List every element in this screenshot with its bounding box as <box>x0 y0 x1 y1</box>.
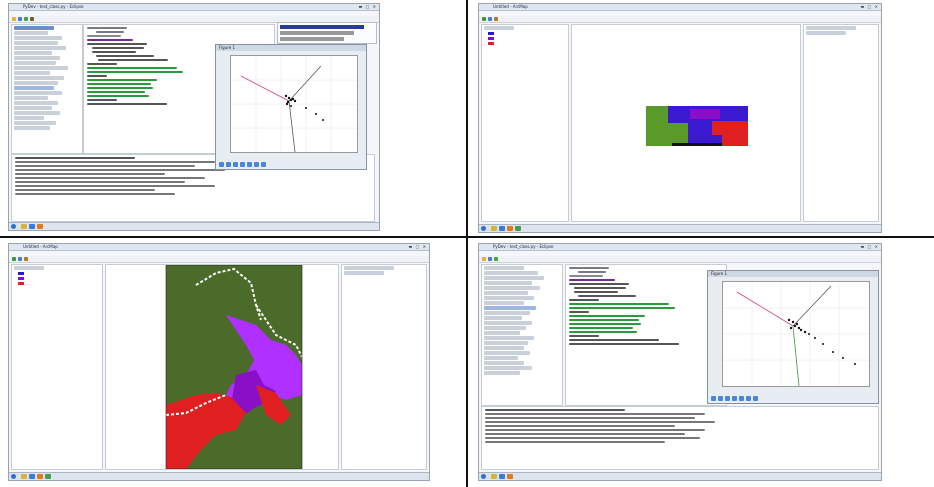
package-explorer <box>481 264 563 406</box>
taskbar-app-explorer[interactable] <box>21 224 27 229</box>
window-controls[interactable]: ▬ ▢ ✕ <box>861 5 879 9</box>
raster-large <box>165 265 303 469</box>
figure-window[interactable]: Figure 1 <box>215 44 367 170</box>
catalog-panel <box>803 24 879 222</box>
window-titlebar: PyDev - test_class.py - Eclipse ▬ ▢ ✕ <box>479 244 881 251</box>
horizontal-divider <box>0 236 934 238</box>
taskbar-app-browser[interactable] <box>29 474 35 479</box>
figure-title: Figure 1 <box>708 271 878 277</box>
taskbar-app-media[interactable] <box>507 474 513 479</box>
taskbar-app-media[interactable] <box>37 224 43 229</box>
save-icon[interactable] <box>18 17 22 21</box>
debug-icon[interactable] <box>30 17 34 21</box>
screenshot-arcmap-top-right: Untitled - ArcMap ▬ ▢ ✕ <box>478 3 882 233</box>
window-title: PyDev - test_class.py - Eclipse <box>493 244 554 249</box>
catalog-panel <box>341 264 427 470</box>
windows-taskbar <box>9 472 429 480</box>
window-controls[interactable]: ▬ ▢ ✕ <box>359 5 377 9</box>
plot-grid <box>231 56 357 152</box>
windows-taskbar <box>479 472 881 480</box>
plot-canvas <box>722 281 870 387</box>
window-title: Untitled - ArcMap <box>493 4 528 9</box>
package-explorer <box>11 24 83 154</box>
screenshot-arcmap-bottom-left: Untitled - ArcMap ▬ ▢ ✕ <box>8 243 430 481</box>
zoom-in-icon[interactable] <box>18 257 22 261</box>
main-toolbar <box>479 256 881 263</box>
raster-small <box>646 106 748 146</box>
window-controls[interactable]: ▬ ▢ ✕ <box>409 245 427 249</box>
add-data-icon[interactable] <box>12 257 16 261</box>
scatter-points <box>787 318 856 365</box>
map-view[interactable] <box>105 264 339 470</box>
notification-popup[interactable] <box>277 22 377 44</box>
taskbar-app-gis[interactable] <box>45 474 51 479</box>
start-button[interactable] <box>11 474 16 479</box>
screenshot-eclipse-bottom-right: PyDev - test_class.py - Eclipse ▬ ▢ ✕ Fi… <box>478 243 882 481</box>
start-button[interactable] <box>481 226 486 231</box>
taskbar-app-media[interactable] <box>37 474 43 479</box>
taskbar-app-gis[interactable] <box>515 226 521 231</box>
pan-icon[interactable] <box>494 17 498 21</box>
zoom-in-icon[interactable] <box>488 17 492 21</box>
scatter-plot <box>723 282 869 387</box>
figure-title: Figure 1 <box>216 45 366 51</box>
new-file-icon[interactable] <box>482 257 486 261</box>
taskbar-app-browser[interactable] <box>29 224 35 229</box>
taskbar-app-browser[interactable] <box>499 474 505 479</box>
window-controls[interactable]: ▬ ▢ ✕ <box>861 245 879 249</box>
window-titlebar: Untitled - ArcMap ▬ ▢ ✕ <box>9 244 429 251</box>
plot-canvas <box>230 55 358 153</box>
run-icon[interactable] <box>24 17 28 21</box>
add-data-icon[interactable] <box>482 17 486 21</box>
pc-axis-3 <box>288 100 296 153</box>
main-toolbar <box>9 256 429 263</box>
window-titlebar: Untitled - ArcMap ▬ ▢ ✕ <box>479 4 881 11</box>
pc-axis-3 <box>792 325 800 387</box>
run-icon[interactable] <box>494 257 498 261</box>
window-title: Untitled - ArcMap <box>23 244 58 249</box>
screenshot-eclipse-top-left: PyDev - test_class.py - Eclipse ▬ ▢ ✕ Fi… <box>8 3 380 231</box>
table-of-contents <box>481 24 569 222</box>
windows-taskbar <box>479 224 881 232</box>
window-titlebar: PyDev - test_class.py - Eclipse ▬ ▢ ✕ <box>9 4 379 11</box>
taskbar-app-browser[interactable] <box>499 226 505 231</box>
code-editor[interactable] <box>565 264 727 406</box>
start-button[interactable] <box>11 224 16 229</box>
windows-taskbar <box>9 222 379 230</box>
window-title: PyDev - test_class.py - Eclipse <box>23 4 84 9</box>
new-file-icon[interactable] <box>12 17 16 21</box>
figure-toolbar[interactable] <box>711 396 758 401</box>
pan-icon[interactable] <box>24 257 28 261</box>
pc-axis-2 <box>792 285 832 327</box>
console-panel <box>481 406 879 470</box>
figure-window[interactable]: Figure 1 <box>707 270 879 404</box>
taskbar-app-explorer[interactable] <box>491 474 497 479</box>
vertical-divider <box>466 0 468 487</box>
taskbar-app-explorer[interactable] <box>21 474 27 479</box>
map-view[interactable] <box>571 24 801 222</box>
main-toolbar <box>479 16 881 23</box>
taskbar-app-explorer[interactable] <box>491 226 497 231</box>
plot-grid <box>723 282 869 386</box>
save-icon[interactable] <box>488 257 492 261</box>
pc-axis-1 <box>736 291 794 327</box>
pc-axis-2 <box>288 65 322 102</box>
taskbar-app-media[interactable] <box>507 226 513 231</box>
figure-toolbar[interactable] <box>219 162 266 167</box>
scatter-plot <box>231 56 357 153</box>
start-button[interactable] <box>481 474 486 479</box>
table-of-contents <box>11 264 103 470</box>
